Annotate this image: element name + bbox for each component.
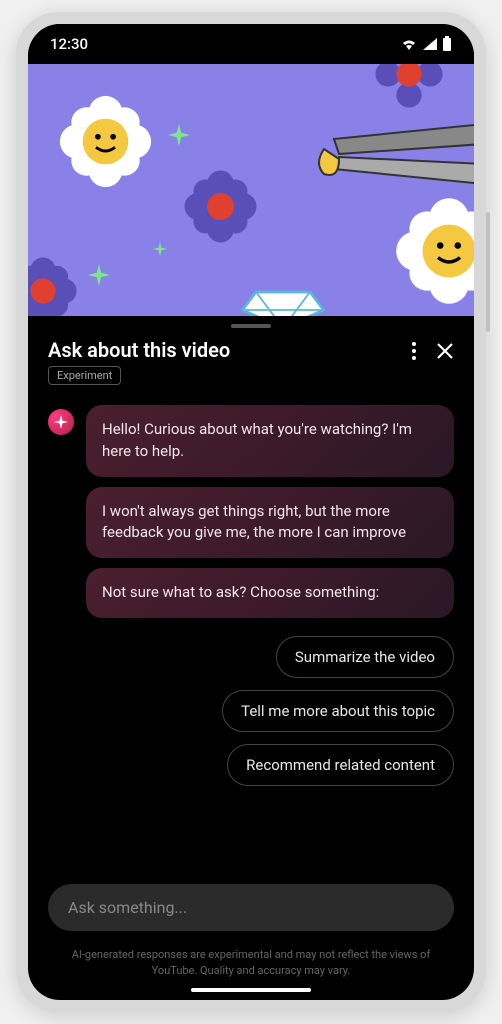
sparkle-decoration <box>168 124 190 146</box>
chat-area: Hello! Curious about what you're watchin… <box>28 399 474 864</box>
ai-message: Hello! Curious about what you're watchin… <box>86 405 454 477</box>
ai-message-row: Hello! Curious about what you're watchin… <box>48 405 454 618</box>
sparkle-decoration <box>88 264 110 286</box>
more-vertical-icon <box>412 342 416 360</box>
status-bar: 12:30 <box>28 24 474 64</box>
status-icons <box>400 36 452 52</box>
panel-header: Ask about this video Experiment <box>28 328 474 399</box>
disclaimer-text: AI-generated responses are experimental … <box>28 939 474 988</box>
video-player[interactable] <box>28 64 474 316</box>
ai-message: Not sure what to ask? Choose something: <box>86 568 454 618</box>
scissors-decoration <box>284 109 474 209</box>
suggestion-chip[interactable]: Tell me more about this topic <box>222 690 454 732</box>
signal-icon <box>422 37 438 51</box>
status-time: 12:30 <box>50 35 88 53</box>
flower-decoration <box>394 196 474 306</box>
more-options-button[interactable] <box>412 342 416 360</box>
flower-decoration <box>374 64 444 109</box>
phone-frame: 12:30 <box>16 12 486 1012</box>
close-button[interactable] <box>436 342 454 360</box>
suggestion-chip[interactable]: Summarize the video <box>276 636 454 678</box>
sparkle-decoration <box>153 242 167 256</box>
panel-title: Ask about this video <box>48 338 412 362</box>
wifi-icon <box>400 37 418 51</box>
ai-message: I won't always get things right, but the… <box>86 487 454 559</box>
close-icon <box>436 342 454 360</box>
sparkle-icon <box>54 415 68 429</box>
ask-input[interactable]: Ask something... <box>48 884 454 931</box>
suggestion-chip[interactable]: Recommend related content <box>227 744 454 786</box>
input-area: Ask something... <box>28 864 474 939</box>
home-indicator[interactable] <box>191 988 311 992</box>
suggestion-list: Summarize the video Tell me more about t… <box>48 636 454 786</box>
screen: 12:30 <box>28 24 474 1000</box>
flower-decoration <box>183 169 258 244</box>
ai-avatar <box>48 409 74 435</box>
experiment-badge: Experiment <box>48 366 121 385</box>
flower-decoration <box>58 94 153 189</box>
gem-decoration <box>238 271 328 316</box>
flower-decoration <box>28 256 78 316</box>
battery-icon <box>442 36 452 52</box>
